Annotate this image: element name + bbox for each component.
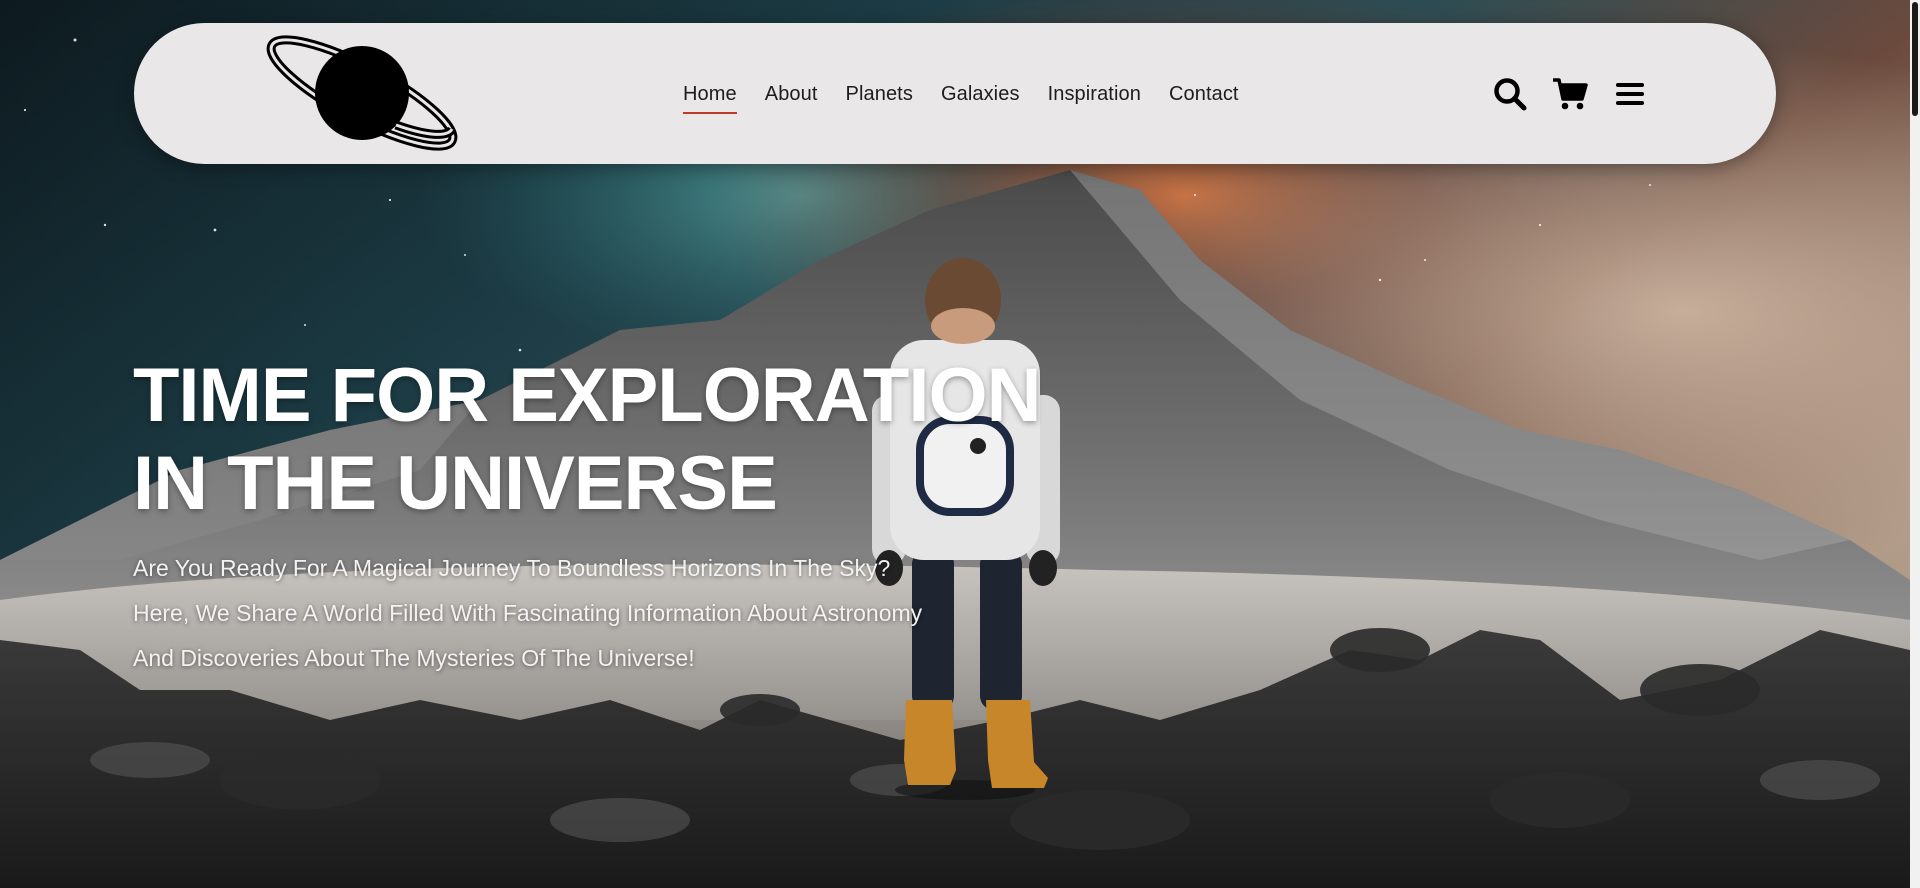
- search-icon: [1494, 77, 1527, 110]
- nav-item-about[interactable]: About: [765, 82, 818, 106]
- hero-title-line-2: IN THE UNIVERSE: [133, 441, 778, 526]
- header-actions: [1489, 23, 1669, 164]
- scrollbar[interactable]: [1910, 0, 1920, 888]
- search-button[interactable]: [1489, 73, 1531, 115]
- hero-subtitle-line-2: Here, We Share A World Filled With Fasci…: [133, 600, 923, 626]
- planet-with-ring-icon: [266, 35, 458, 151]
- cart-button[interactable]: [1549, 73, 1591, 115]
- page: Home About Planets Galaxies Inspiration …: [0, 0, 1920, 888]
- nav-item-contact[interactable]: Contact: [1169, 82, 1239, 106]
- nav-item-planets[interactable]: Planets: [846, 82, 913, 106]
- cart-icon: [1553, 77, 1588, 109]
- nav-item-galaxies[interactable]: Galaxies: [941, 82, 1020, 106]
- hero-section: TIME FOR EXPLORATION IN THE UNIVERSE Are…: [133, 352, 1113, 681]
- navbar: Home About Planets Galaxies Inspiration …: [134, 23, 1776, 164]
- nav-item-inspiration[interactable]: Inspiration: [1048, 82, 1141, 106]
- hero-subtitle-line-1: Are You Ready For A Magical Journey To B…: [133, 555, 891, 581]
- hero-subtitle-line-3: And Discoveries About The Mysteries Of T…: [133, 645, 695, 671]
- main-nav: Home About Planets Galaxies Inspiration …: [683, 23, 1267, 164]
- menu-button[interactable]: [1609, 73, 1651, 115]
- hero-title: TIME FOR EXPLORATION IN THE UNIVERSE: [133, 352, 1113, 528]
- nav-item-home[interactable]: Home: [683, 82, 737, 114]
- hero-title-line-1: TIME FOR EXPLORATION: [133, 353, 1041, 438]
- planet-logo[interactable]: [262, 33, 466, 155]
- hero-subtitle: Are You Ready For A Magical Journey To B…: [133, 546, 1113, 681]
- scrollbar-thumb[interactable]: [1912, 2, 1918, 116]
- menu-icon: [1616, 82, 1644, 105]
